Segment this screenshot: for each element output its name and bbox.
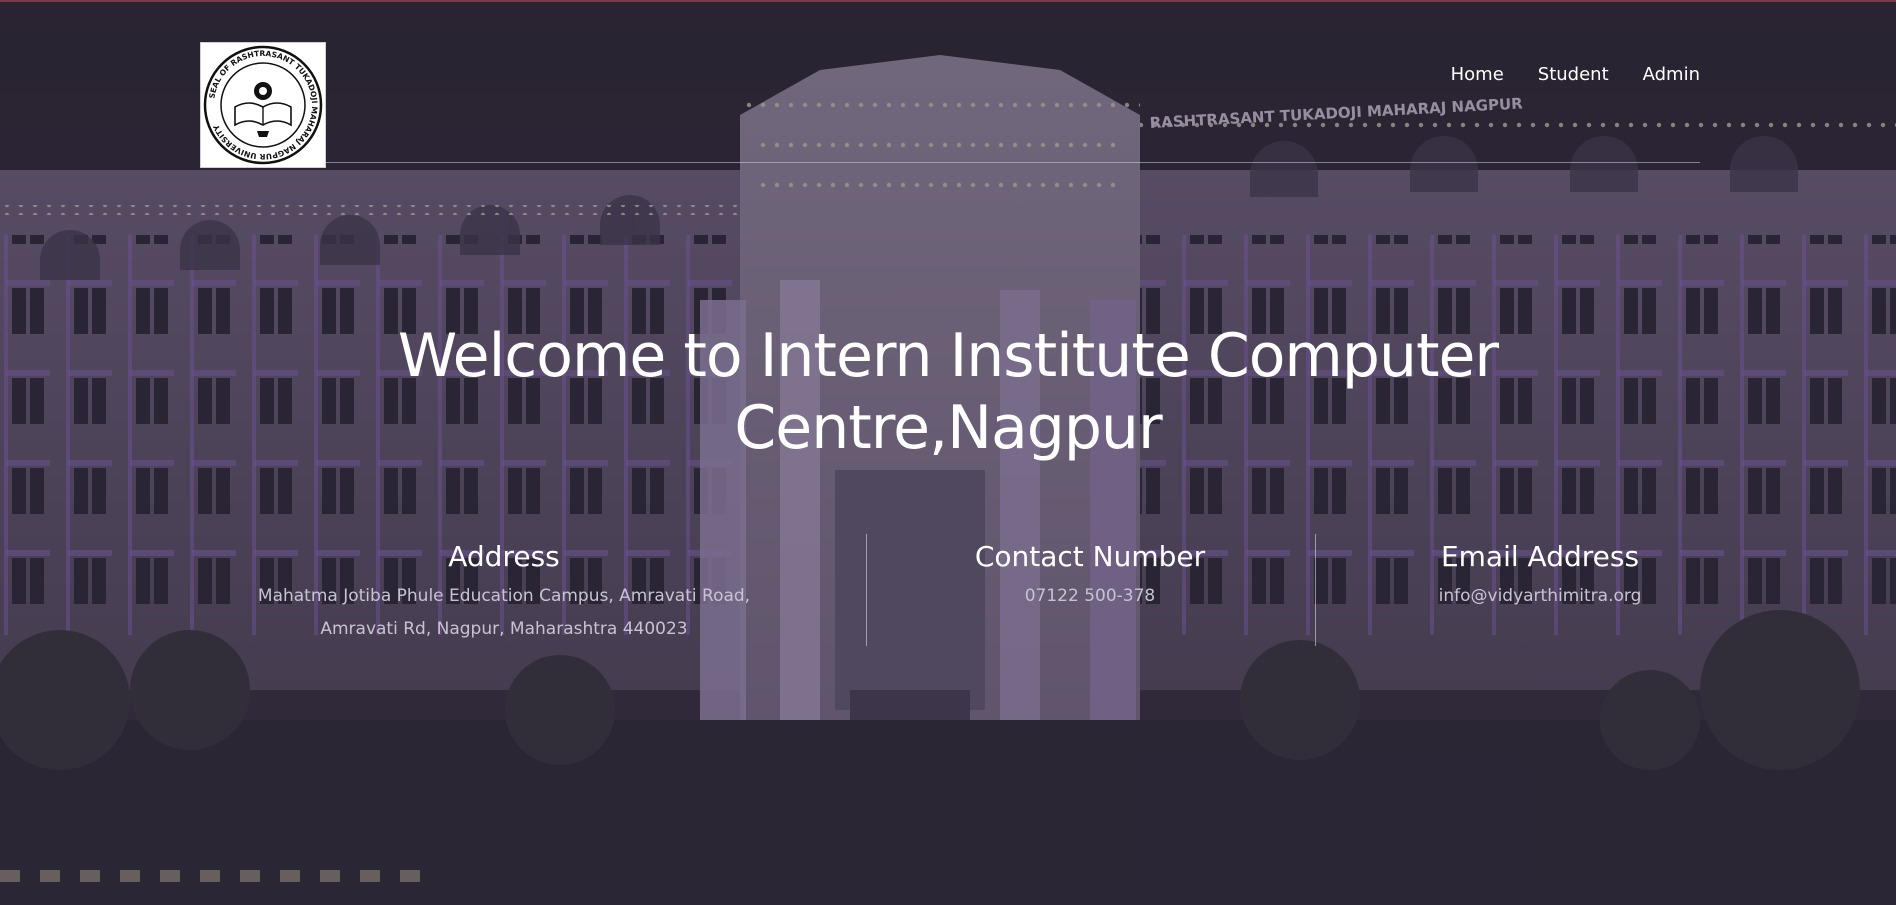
info-divider-left xyxy=(866,534,867,646)
hero-title-line1: Welcome to Intern Institute Computer xyxy=(397,321,1499,391)
landing-page: RASHTRASANT TUKADOJI MAHARAJ NAGPUR SEAL… xyxy=(0,0,1896,905)
nav-student-link[interactable]: Student xyxy=(1538,64,1609,85)
header-divider xyxy=(326,162,1700,163)
address-line2: Amravati Rd, Nagpur, Maharashtra 440023 xyxy=(320,619,688,639)
hero-title: Welcome to Intern Institute Computer Cen… xyxy=(348,320,1548,464)
email-address[interactable]: info@vidyarthimitra.org xyxy=(1340,580,1740,613)
site-header: SEAL OF RASHTRASANT TUKADOJI MAHARAJ NAG… xyxy=(200,42,1700,168)
contact-number[interactable]: 07122 500-378 xyxy=(880,580,1300,613)
main-nav: Home Student Admin xyxy=(1451,64,1700,85)
email-block: Email Address info@vidyarthimitra.org xyxy=(1340,538,1740,613)
contact-block: Contact Number 07122 500-378 xyxy=(880,538,1300,613)
email-title: Email Address xyxy=(1440,540,1640,573)
info-divider-right xyxy=(1315,534,1316,646)
university-logo[interactable]: SEAL OF RASHTRASANT TUKADOJI MAHARAJ NAG… xyxy=(200,42,326,168)
hero-title-line2: Centre,Nagpur xyxy=(734,393,1162,463)
nav-home-link[interactable]: Home xyxy=(1451,64,1504,85)
university-seal-icon: SEAL OF RASHTRASANT TUKADOJI MAHARAJ NAG… xyxy=(203,45,323,165)
address-line1: Mahatma Jotiba Phule Education Campus, A… xyxy=(257,586,751,606)
contact-title: Contact Number xyxy=(974,540,1206,573)
address-block: Address Mahatma Jotiba Phule Education C… xyxy=(244,538,764,646)
address-title: Address xyxy=(448,540,560,573)
top-accent-line xyxy=(0,0,1896,2)
nav-admin-link[interactable]: Admin xyxy=(1643,64,1700,85)
